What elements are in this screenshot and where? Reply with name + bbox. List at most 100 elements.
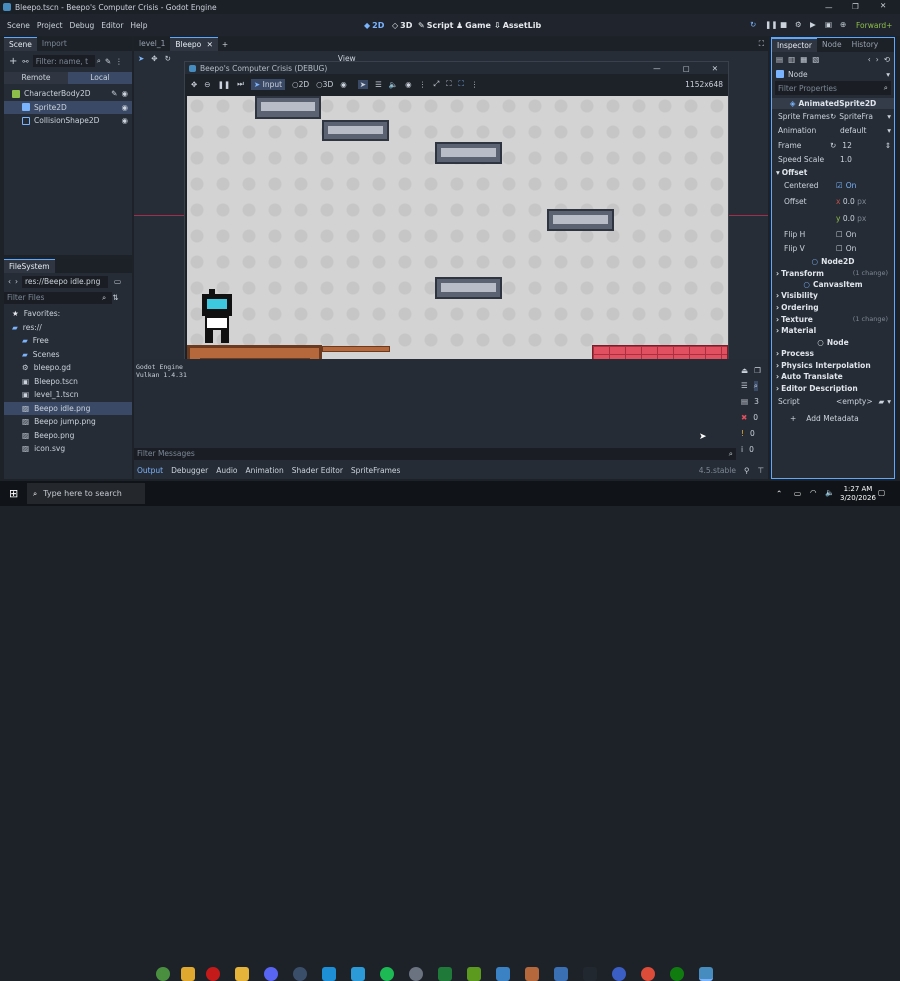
file-item[interactable]: ▨ Beepo idle.png xyxy=(4,401,132,415)
play-scene-icon[interactable]: ▶ xyxy=(810,20,816,29)
visibility-icon[interactable]: ◉ xyxy=(121,116,128,125)
minimize-icon[interactable]: — xyxy=(653,64,661,73)
tab-spriteframes[interactable]: SpriteFrames xyxy=(351,466,401,475)
more-icon[interactable]: ⋮ xyxy=(115,57,123,66)
nvidia-icon[interactable] xyxy=(467,967,481,981)
move-tool-icon[interactable]: ✥ xyxy=(151,54,157,63)
chrome-icon[interactable] xyxy=(641,967,655,981)
tab-history[interactable]: History xyxy=(847,38,884,52)
inspected-node[interactable]: Node ▾ xyxy=(772,67,894,81)
section-editor-description[interactable]: › Editor Description xyxy=(772,383,894,395)
section-auto-translate[interactable]: › Auto Translate xyxy=(772,371,894,383)
godot-icon[interactable] xyxy=(699,967,713,981)
pause-button[interactable]: ❚❚ xyxy=(218,80,231,89)
tab-inspector[interactable]: Inspector xyxy=(772,38,817,52)
filter-properties-input[interactable]: Filter Properties ⌕ xyxy=(775,81,891,95)
list-icon[interactable]: ☰ xyxy=(741,381,748,390)
reload-icon[interactable]: ↻ xyxy=(750,20,756,29)
photo-app-icon[interactable] xyxy=(554,967,568,981)
chrome-icon[interactable] xyxy=(156,967,170,981)
stretch-icon[interactable]: ⤢ xyxy=(433,79,439,89)
visibility-icon[interactable]: ◉ xyxy=(121,89,128,98)
workspace-3d[interactable]: ◇ 3D xyxy=(392,18,412,32)
stop-button[interactable]: ■ xyxy=(780,20,787,29)
section-ordering[interactable]: › Ordering xyxy=(772,302,894,314)
copy-icon[interactable]: ❐ xyxy=(754,366,761,375)
files-filter-input[interactable]: Filter Files xyxy=(4,291,112,304)
count-message[interactable]: ▤ 3 xyxy=(738,393,766,409)
audio-icon[interactable]: 🔈 xyxy=(389,80,398,89)
stepper-icon[interactable]: ⇕ xyxy=(885,141,891,150)
filter-messages-input[interactable]: Filter Messages ⌕ xyxy=(134,448,736,460)
add-metadata-button[interactable]: + Add Metadata xyxy=(778,412,888,425)
menu-scene[interactable]: Scene xyxy=(7,21,30,30)
reload-icon[interactable]: ↻ xyxy=(830,141,836,150)
excel-icon[interactable] xyxy=(438,967,452,981)
checkbox-icon[interactable]: ☐ xyxy=(836,244,843,253)
menu-editor[interactable]: Editor xyxy=(101,21,123,30)
pause-button[interactable]: ❚❚ xyxy=(765,20,778,29)
back-icon[interactable]: ‹ xyxy=(8,277,11,286)
file-item[interactable]: ★ Favorites: xyxy=(4,307,132,321)
script-icon[interactable]: ✎ xyxy=(111,89,117,98)
workspace-script[interactable]: ✎ Script xyxy=(418,18,453,32)
input-toggle[interactable]: ➤ Input xyxy=(250,78,286,90)
tab-local[interactable]: Local xyxy=(68,72,132,84)
load-icon[interactable]: ▥ xyxy=(788,55,795,64)
save-icon[interactable]: ▦ xyxy=(800,55,807,64)
select-tool-icon[interactable]: ➤ xyxy=(138,54,144,63)
file-item[interactable]: ▨ Beepo jump.png xyxy=(4,415,132,429)
file-item[interactable]: ▣ Bleepo.tscn xyxy=(4,375,132,389)
workspace-assetlib[interactable]: ⇩ AssetLib xyxy=(494,18,541,32)
xbox-icon[interactable] xyxy=(670,967,684,981)
file-item[interactable]: ▰ res:// xyxy=(4,321,132,335)
tab-filesystem[interactable]: FileSystem xyxy=(4,259,55,273)
fit-icon[interactable]: ⛶ xyxy=(446,79,451,89)
pan-icon[interactable]: ✥ xyxy=(191,80,197,89)
more-icon[interactable]: ⋮ xyxy=(471,80,479,89)
search-icon[interactable]: ⌕ xyxy=(753,380,758,391)
back-icon[interactable]: ‹ xyxy=(868,55,871,64)
maximize-icon[interactable]: ❐ xyxy=(852,2,859,11)
section-material[interactable]: › Material xyxy=(772,325,894,337)
firefox-icon[interactable] xyxy=(612,967,626,981)
prop-speed-scale[interactable]: Speed Scale 1.0 xyxy=(772,153,894,168)
forward-icon[interactable]: › xyxy=(15,277,18,286)
scene-tab-level1[interactable]: level_1 xyxy=(134,37,170,51)
windows-start-icon[interactable]: ⊞ xyxy=(9,487,18,500)
pin-icon[interactable]: ⚲ xyxy=(744,466,750,475)
prop-sprite-frames[interactable]: Sprite Frames ↻ SpriteFra ▾ xyxy=(772,109,894,124)
phone-icon[interactable] xyxy=(583,967,597,981)
visibility-icon[interactable]: ◉ xyxy=(340,80,347,89)
mail-icon[interactable] xyxy=(496,967,510,981)
renderer-select[interactable]: Forward+ xyxy=(856,21,892,30)
movie-icon[interactable]: ▣ xyxy=(825,20,832,29)
maximize-icon[interactable]: ▢ xyxy=(683,64,690,73)
section-physics-interpolation[interactable]: › Physics Interpolation xyxy=(772,359,894,371)
more-icon[interactable]: ⋮ xyxy=(419,80,427,89)
spotify-icon[interactable] xyxy=(380,967,394,981)
steam-icon[interactable] xyxy=(293,967,307,981)
tab-scene[interactable]: Scene xyxy=(4,37,37,51)
scene-filter-input[interactable]: Filter: name, t xyxy=(32,55,95,67)
prop-flip-h[interactable]: Flip H ☐ On xyxy=(772,227,894,242)
menu-project[interactable]: Project xyxy=(37,21,63,30)
section-visibility[interactable]: › Visibility xyxy=(772,290,894,302)
section-texture[interactable]: › Texture (1 change) xyxy=(772,313,894,325)
count-error[interactable]: ✖ 0 xyxy=(738,409,766,425)
tray-chevron-icon[interactable]: ⌃ xyxy=(776,489,782,498)
file-item[interactable]: ▨ icon.svg xyxy=(4,442,132,456)
camera-icon[interactable]: ◉ xyxy=(405,80,412,89)
files-icon[interactable] xyxy=(181,967,195,981)
file-item[interactable]: ▰ Scenes xyxy=(4,348,132,362)
file-item[interactable]: ▰ Free xyxy=(4,334,132,348)
list-icon[interactable]: ☰ xyxy=(375,80,382,89)
reload-icon[interactable]: ↻ xyxy=(830,112,836,121)
prop-frame[interactable]: Frame ↻ 12 ⇕ xyxy=(772,138,894,153)
count-warning[interactable]: ! 0 xyxy=(738,425,766,441)
layout-icon[interactable]: ▭ xyxy=(114,277,121,286)
file-item[interactable]: ▨ Beepo.png xyxy=(4,429,132,443)
close-icon[interactable]: ✕ xyxy=(207,40,213,49)
add-node-icon[interactable]: + xyxy=(9,56,17,67)
tab-remote[interactable]: Remote xyxy=(4,72,68,84)
